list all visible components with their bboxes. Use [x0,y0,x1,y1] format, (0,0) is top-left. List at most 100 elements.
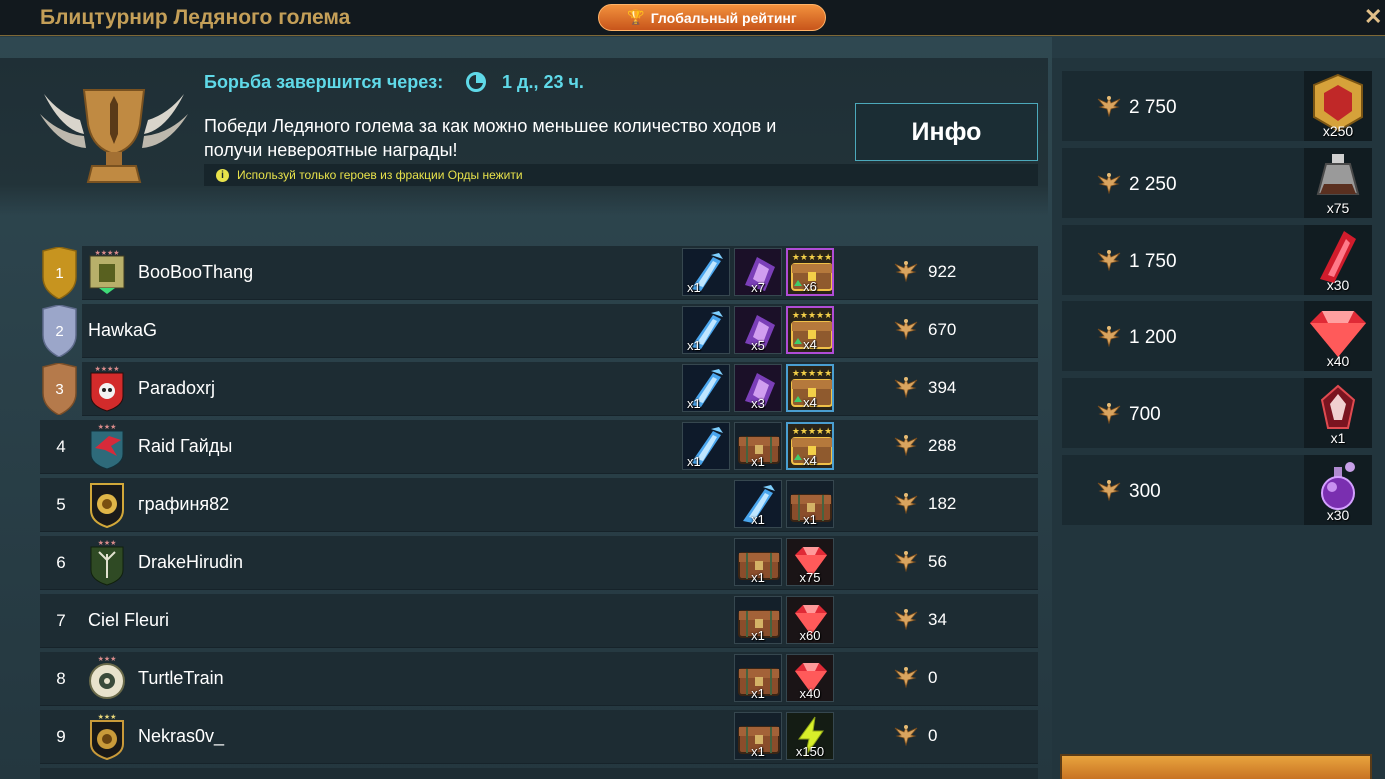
reward-chest[interactable]: x1 [734,596,782,644]
reward-qty: x1 [687,396,701,411]
player-points: 394 [928,378,957,397]
table-row[interactable]: ★★★★ Paradoxrj x1 x3 x4 394 [82,362,1038,416]
points-wing-icon [1096,95,1122,117]
player-name: графиня82 [138,494,230,514]
clan-avatar-icon: ★★★ [90,423,124,470]
clan-avatar-icon [90,483,124,528]
player-points: 670 [928,320,957,339]
info-button[interactable]: Инфо [855,103,1038,161]
reward-qty: x40 [1326,353,1350,369]
reward-qty: x1 [803,512,817,527]
svg-text:★★★: ★★★ [98,713,117,721]
player-name: Nekras0v_ [138,726,225,746]
reward-gems[interactable]: x75 [786,538,834,586]
reward-gold-chest[interactable]: x6 [786,248,834,296]
reward-ancient-shard[interactable]: x1 [682,422,730,470]
point-reward-tier[interactable]: 700 x1 [1062,378,1372,448]
player-name: HawkaG [88,320,158,340]
table-row[interactable]: ★★★★ BooBooThang x1 x7 x6 922 [82,246,1038,300]
tier-points: 1 200 [1129,327,1177,348]
table-row [40,768,1038,779]
reward-gold-chest[interactable]: x4 [786,306,834,354]
reward-energy[interactable]: x150 [786,712,834,760]
reward-void-shard[interactable]: x7 [734,248,782,296]
reward-qty: x150 [795,744,825,759]
reward-gold-chest[interactable]: x4 [786,364,834,412]
clock-icon [466,72,486,92]
svg-text:★★★: ★★★ [98,655,117,663]
points-wing-icon [893,724,919,746]
reward-void-shard[interactable]: x3 [734,364,782,412]
point-reward-tier[interactable]: 1 750 x30 [1062,225,1372,295]
point-reward-tier[interactable]: 2 250 x75 [1062,148,1372,218]
player-points: 56 [928,552,947,571]
rank-badge-bronze: 3 [40,363,79,415]
player-points: 34 [928,610,947,629]
player-points: 182 [928,494,957,513]
rank-number: 1 [55,264,64,282]
reward-gold-chest[interactable]: x4 [786,422,834,470]
reward-item: x30 [1304,225,1372,295]
rank-number: 4 [56,437,66,456]
timer-value: 1 д., 23 ч. [502,72,584,92]
points-wing-icon [1096,249,1122,271]
table-row[interactable]: 6 ★★★ DrakeHirudin x1 x75 56 [40,536,1038,590]
player-name: TurtleTrain [138,668,224,688]
reward-chest[interactable]: x1 [734,712,782,760]
points-wing-icon [1096,479,1122,501]
reward-gems[interactable]: x60 [786,596,834,644]
reward-void-shard[interactable]: x5 [734,306,782,354]
reward-chest[interactable]: x1 [734,422,782,470]
reward-qty: x1 [751,570,765,585]
player-name: Paradoxrj [138,378,216,398]
reward-qty: x1 [687,454,701,469]
table-row[interactable]: HawkaG x1 x5 x4 670 [82,304,1038,358]
trophy-cup-icon [40,89,188,183]
global-rating-button[interactable]: 🏆 Глобальный рейтинг [598,4,826,31]
points-wing-icon [1096,325,1122,347]
point-reward-tier[interactable]: 300 x30 [1062,455,1372,525]
table-row[interactable]: 8 ★★★ TurtleTrain x1 x40 0 [40,652,1038,706]
rank-badge-silver: 2 [40,305,79,357]
reward-ancient-shard[interactable]: x1 [734,480,782,528]
reward-chest[interactable]: x1 [734,654,782,702]
reward-ancient-shard[interactable]: x1 [682,364,730,412]
reward-item: x30 [1304,455,1372,525]
reward-gems[interactable]: x40 [786,654,834,702]
reward-qty: x1 [687,280,701,295]
reward-qty: x1 [751,628,765,643]
rank-number: 8 [56,669,66,688]
reward-qty: x60 [799,628,821,643]
player-name: Raid Гайды [138,436,233,456]
player-points: 0 [928,668,938,687]
claim-button[interactable] [1060,754,1372,779]
reward-qty: x250 [1322,123,1354,139]
table-row[interactable]: 9 ★★★ Nekras0v_ x1 x150 0 [40,710,1038,764]
reward-chest[interactable]: x1 [786,480,834,528]
reward-item: x1 [1304,378,1372,448]
clan-avatar-icon: ★★★★ [89,249,125,294]
points-wing-icon [893,260,919,282]
clan-avatar-icon: ★★★ [90,539,124,586]
point-reward-tier[interactable]: 1 200 x40 [1062,301,1372,371]
reward-ancient-shard[interactable]: x1 [682,306,730,354]
table-row[interactable]: 4 ★★★ Raid Гайды x1 x1 x4 288 [40,420,1038,474]
global-rating-label: Глобальный рейтинг [650,9,797,26]
table-row[interactable]: 5 графиня82 x1 x1 182 [40,478,1038,532]
close-icon[interactable]: ✕ [1364,4,1382,30]
reward-item: x250 [1304,71,1372,141]
player-points: 288 [928,436,957,455]
svg-text:★★★: ★★★ [98,423,117,431]
rank-number: 2 [55,322,64,340]
player-name: Ciel Fleuri [88,610,170,630]
rank-badge-gold: 1 [40,247,79,299]
reward-qty: x1 [751,454,765,469]
clan-avatar-icon: ★★★★ [90,365,124,412]
points-wing-icon [893,318,919,340]
point-reward-tier[interactable]: 2 750 x250 [1062,71,1372,141]
reward-ancient-shard[interactable]: x1 [682,248,730,296]
tier-points: 300 [1129,481,1161,502]
reward-qty: x4 [803,337,817,352]
table-row[interactable]: 7 Ciel Fleuri x1 x60 34 [40,594,1038,648]
reward-chest[interactable]: x1 [734,538,782,586]
